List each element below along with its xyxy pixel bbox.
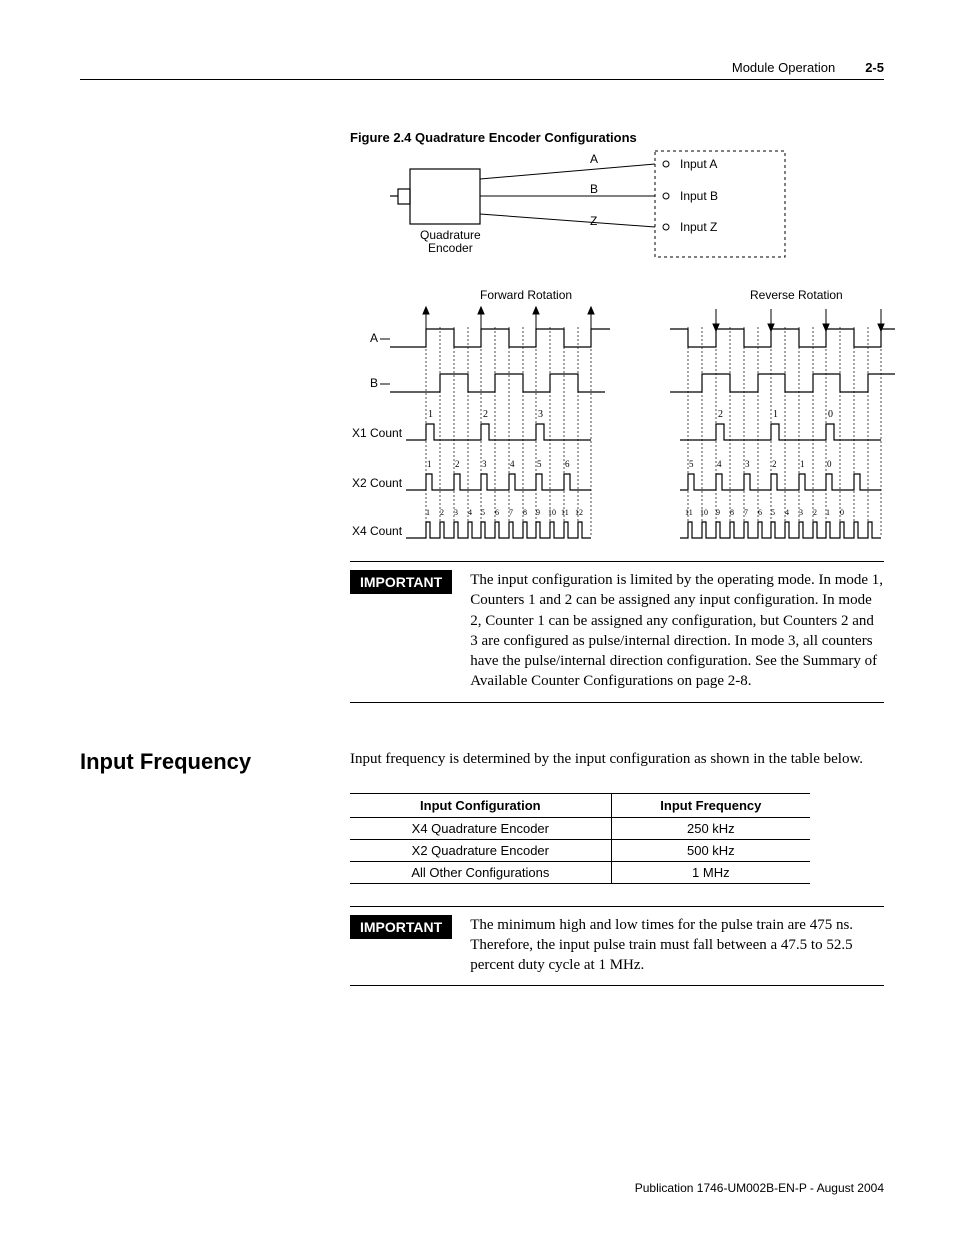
svg-text:2: 2 <box>772 459 777 469</box>
important-note-2: IMPORTANT The minimum high and low times… <box>350 906 884 987</box>
svg-text:2: 2 <box>483 409 488 420</box>
page-header: Module Operation 2-5 <box>80 60 884 80</box>
svg-text:Input B: Input B <box>680 189 718 203</box>
svg-text:A: A <box>370 331 378 345</box>
svg-text:Z: Z <box>590 214 597 228</box>
svg-text:Input A: Input A <box>680 157 717 171</box>
svg-text:Forward Rotation: Forward Rotation <box>480 288 572 302</box>
svg-text:5: 5 <box>771 508 775 517</box>
publication-id: Publication 1746-UM002B-EN-P - August 20… <box>635 1181 884 1195</box>
table-row: All Other Configurations 1 MHz <box>350 861 810 883</box>
important-note-1: IMPORTANT The input configuration is lim… <box>350 561 884 703</box>
svg-text:3: 3 <box>482 459 487 469</box>
svg-text:6: 6 <box>565 459 570 469</box>
svg-text:A: A <box>590 152 598 166</box>
svg-text:3: 3 <box>538 409 543 420</box>
timing-diagram: Forward Rotation Reverse Rotation <box>350 287 884 547</box>
svg-text:10: 10 <box>700 508 708 517</box>
svg-text:Reverse Rotation: Reverse Rotation <box>750 288 843 302</box>
svg-text:5: 5 <box>689 459 694 469</box>
svg-text:7: 7 <box>509 508 513 517</box>
svg-text:0: 0 <box>827 459 832 469</box>
svg-text:1: 1 <box>800 459 805 469</box>
svg-text:2: 2 <box>813 508 817 517</box>
svg-text:1: 1 <box>428 409 433 420</box>
svg-text:9: 9 <box>536 508 540 517</box>
svg-text:4: 4 <box>717 459 722 469</box>
svg-text:0: 0 <box>840 508 844 517</box>
header-page: 2-5 <box>865 60 884 75</box>
freq-header-freq: Input Frequency <box>611 793 810 817</box>
encoder-diagram: Quadrature Encoder A B Z Input A Input B… <box>350 149 884 269</box>
svg-text:10: 10 <box>548 508 556 517</box>
svg-text:9: 9 <box>716 508 720 517</box>
svg-text:11: 11 <box>685 508 693 517</box>
encoder-label-line1: Quadrature <box>420 228 481 242</box>
svg-text:8: 8 <box>730 508 734 517</box>
figure-caption: Figure 2.4 Quadrature Encoder Configurat… <box>350 130 884 145</box>
svg-text:2: 2 <box>455 459 460 469</box>
encoder-label-line2: Encoder <box>428 241 473 255</box>
section-intro: Input frequency is determined by the inp… <box>350 749 884 769</box>
svg-text:8: 8 <box>523 508 527 517</box>
svg-text:4: 4 <box>510 459 515 469</box>
svg-text:5: 5 <box>481 508 485 517</box>
svg-text:0: 0 <box>828 409 833 420</box>
svg-text:3: 3 <box>799 508 803 517</box>
svg-text:6: 6 <box>495 508 499 517</box>
svg-text:Input Z: Input Z <box>680 220 717 234</box>
header-section: Module Operation <box>732 60 835 75</box>
svg-text:X1 Count: X1 Count <box>352 426 403 440</box>
svg-text:5: 5 <box>537 459 542 469</box>
freq-header-config: Input Configuration <box>350 793 611 817</box>
svg-text:1: 1 <box>773 409 778 420</box>
svg-text:B: B <box>590 182 598 196</box>
svg-text:3: 3 <box>454 508 458 517</box>
svg-text:1: 1 <box>826 508 830 517</box>
important-badge: IMPORTANT <box>350 570 452 594</box>
section-heading: Input Frequency <box>80 749 320 775</box>
svg-text:1: 1 <box>427 459 432 469</box>
svg-text:3: 3 <box>745 459 750 469</box>
svg-text:B: B <box>370 376 378 390</box>
table-row: X4 Quadrature Encoder 250 kHz <box>350 817 810 839</box>
table-row: X2 Quadrature Encoder 500 kHz <box>350 839 810 861</box>
svg-text:2: 2 <box>718 409 723 420</box>
svg-text:X2 Count: X2 Count <box>352 476 403 490</box>
svg-text:1: 1 <box>426 508 430 517</box>
svg-text:4: 4 <box>468 508 472 517</box>
svg-text:6: 6 <box>758 508 762 517</box>
svg-text:X4 Count: X4 Count <box>352 524 403 538</box>
svg-text:12: 12 <box>575 508 583 517</box>
important-text-2: The minimum high and low times for the p… <box>470 915 884 976</box>
important-text-1: The input configuration is limited by th… <box>470 570 884 692</box>
svg-text:2: 2 <box>440 508 444 517</box>
svg-text:11: 11 <box>561 508 569 517</box>
svg-text:4: 4 <box>785 508 789 517</box>
svg-text:7: 7 <box>744 508 748 517</box>
important-badge: IMPORTANT <box>350 915 452 939</box>
frequency-table: Input Configuration Input Frequency X4 Q… <box>350 793 810 884</box>
